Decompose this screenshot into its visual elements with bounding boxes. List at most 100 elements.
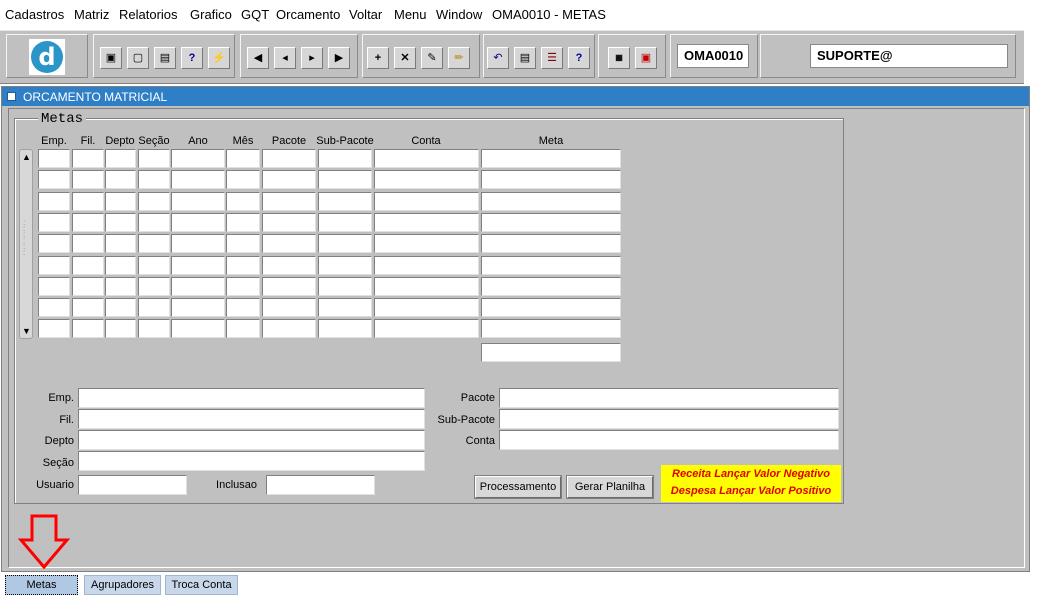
- menu-voltar[interactable]: Voltar: [349, 7, 382, 22]
- clipboard-icon[interactable]: ▤: [514, 47, 536, 69]
- prev-record-icon[interactable]: ◂: [274, 47, 296, 69]
- grid-cell-conta[interactable]: [374, 192, 479, 211]
- grid-cell-ano[interactable]: [171, 256, 225, 275]
- grid-cell-ano[interactable]: [171, 319, 225, 338]
- grid-scrollbar[interactable]: ▲ :::::: ▼: [19, 149, 33, 339]
- grid-cell-mes[interactable]: [226, 319, 260, 338]
- grid-cell-pacote[interactable]: [262, 277, 316, 296]
- insert-record-icon[interactable]: +: [367, 47, 389, 69]
- grid-cell-pacote[interactable]: [262, 213, 316, 232]
- scroll-grip-icon[interactable]: ::::::: [23, 219, 25, 257]
- grid-cell-meta[interactable]: [481, 256, 621, 275]
- grid-cell-subpacote[interactable]: [318, 170, 372, 189]
- grid-cell-pacote[interactable]: [262, 319, 316, 338]
- processamento-button[interactable]: Processamento: [474, 475, 562, 499]
- print-icon[interactable]: ▤: [154, 47, 176, 69]
- grid-cell-meta[interactable]: [481, 319, 621, 338]
- grid-cell-emp[interactable]: [38, 192, 70, 211]
- grid-cell-fil[interactable]: [72, 298, 104, 317]
- grid-cell-emp[interactable]: [38, 170, 70, 189]
- grid-cell-depto[interactable]: [105, 213, 136, 232]
- pacote-field[interactable]: [499, 388, 839, 408]
- subpacote-field[interactable]: [499, 409, 839, 429]
- grid-cell-pacote[interactable]: [262, 256, 316, 275]
- grid-cell-conta[interactable]: [374, 213, 479, 232]
- grid-cell-depto[interactable]: [105, 149, 136, 168]
- menu-orcamento[interactable]: Orcamento: [276, 7, 340, 22]
- grid-cell-mes[interactable]: [226, 213, 260, 232]
- grid-cell-emp[interactable]: [38, 149, 70, 168]
- grid-cell-emp[interactable]: [38, 256, 70, 275]
- grid-cell-fil[interactable]: [72, 277, 104, 296]
- grid-cell-emp[interactable]: [38, 234, 70, 253]
- grid-cell-emp[interactable]: [38, 277, 70, 296]
- grid-cell-conta[interactable]: [374, 277, 479, 296]
- menu-cadastros[interactable]: Cadastros: [5, 7, 64, 22]
- first-record-icon[interactable]: ◀: [247, 47, 269, 69]
- grid-cell-ano[interactable]: [171, 234, 225, 253]
- grid-cell-mes[interactable]: [226, 277, 260, 296]
- grid-cell-subpacote[interactable]: [318, 298, 372, 317]
- grid-cell-secao[interactable]: [138, 256, 170, 275]
- list-icon[interactable]: ☰: [541, 47, 563, 69]
- grid-cell-secao[interactable]: [138, 298, 170, 317]
- grid-cell-depto[interactable]: [105, 256, 136, 275]
- edit-icon[interactable]: ✎: [421, 47, 443, 69]
- menu-grafico[interactable]: Grafico: [190, 7, 232, 22]
- grid-cell-depto[interactable]: [105, 192, 136, 211]
- next-record-icon[interactable]: ▸: [301, 47, 323, 69]
- exit-icon[interactable]: ▣: [635, 47, 657, 69]
- save-icon[interactable]: ▣: [100, 47, 122, 69]
- secao-field[interactable]: [78, 451, 425, 471]
- grid-cell-depto[interactable]: [105, 319, 136, 338]
- grid-cell-depto[interactable]: [105, 298, 136, 317]
- depto-field[interactable]: [78, 430, 425, 450]
- grid-cell-mes[interactable]: [226, 256, 260, 275]
- tab-metas[interactable]: Metas: [5, 575, 78, 595]
- grid-cell-depto[interactable]: [105, 234, 136, 253]
- grid-cell-meta[interactable]: [481, 192, 621, 211]
- grid-cell-fil[interactable]: [72, 170, 104, 189]
- grid-cell-fil[interactable]: [72, 256, 104, 275]
- grid-cell-conta[interactable]: [374, 256, 479, 275]
- grid-cell-meta[interactable]: [481, 277, 621, 296]
- grid-cell-secao[interactable]: [138, 192, 170, 211]
- grid-cell-secao[interactable]: [138, 319, 170, 338]
- screen-icon[interactable]: ▢: [127, 47, 149, 69]
- grid-cell-secao[interactable]: [138, 170, 170, 189]
- menu-matriz[interactable]: Matriz: [74, 7, 109, 22]
- grid-cell-subpacote[interactable]: [318, 319, 372, 338]
- grid-cell-ano[interactable]: [171, 277, 225, 296]
- menu-gqt[interactable]: GQT: [241, 7, 269, 22]
- scroll-down-icon[interactable]: ▼: [22, 326, 31, 336]
- menu-icon[interactable]: ▦: [608, 47, 630, 69]
- grid-cell-pacote[interactable]: [262, 298, 316, 317]
- grid-cell-conta[interactable]: [374, 170, 479, 189]
- grid-cell-meta[interactable]: [481, 213, 621, 232]
- execute-query-icon[interactable]: ⚡: [208, 47, 230, 69]
- grid-cell-mes[interactable]: [226, 298, 260, 317]
- grid-cell-secao[interactable]: [138, 149, 170, 168]
- grid-cell-subpacote[interactable]: [318, 256, 372, 275]
- grid-cell-emp[interactable]: [38, 298, 70, 317]
- grid-cell-subpacote[interactable]: [318, 234, 372, 253]
- query-icon[interactable]: ?: [181, 47, 203, 69]
- menu-window[interactable]: Window: [436, 7, 482, 22]
- grid-cell-subpacote[interactable]: [318, 149, 372, 168]
- grid-cell-depto[interactable]: [105, 277, 136, 296]
- emp-field[interactable]: [78, 388, 425, 408]
- delete-record-icon[interactable]: ✕: [394, 47, 416, 69]
- grid-cell-meta[interactable]: [481, 149, 621, 168]
- grid-cell-secao[interactable]: [138, 213, 170, 232]
- usuario-field[interactable]: [78, 475, 187, 495]
- tab-troca-conta[interactable]: Troca Conta: [165, 575, 238, 595]
- grid-cell-meta[interactable]: [481, 170, 621, 189]
- fil-field[interactable]: [78, 409, 425, 429]
- grid-cell-depto[interactable]: [105, 170, 136, 189]
- grid-cell-ano[interactable]: [171, 298, 225, 317]
- grid-cell-conta[interactable]: [374, 149, 479, 168]
- grid-cell-fil[interactable]: [72, 234, 104, 253]
- grid-cell-ano[interactable]: [171, 192, 225, 211]
- grid-cell-emp[interactable]: [38, 319, 70, 338]
- grid-cell-conta[interactable]: [374, 319, 479, 338]
